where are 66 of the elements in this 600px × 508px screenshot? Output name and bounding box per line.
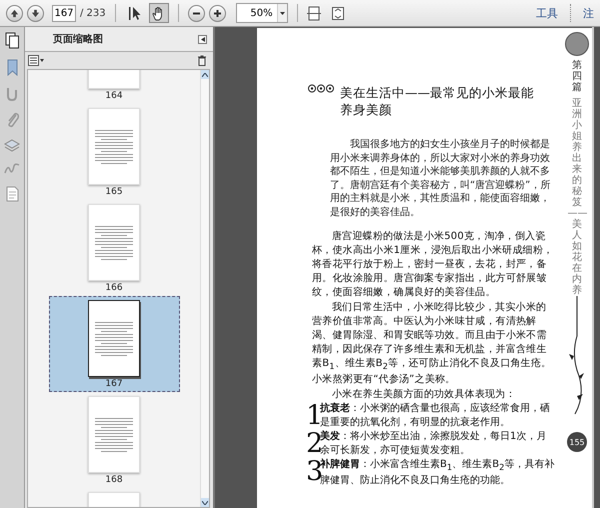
running-header: 亚洲小姐养出来的秘笈——美人如花在内养 <box>568 98 586 296</box>
body-paragraph: 唐宫迎蝶粉的做法是小米500克，淘净，倒入瓷杯，使水高出小米1厘米，浸泡后取出小米研成细粉，将香花平行放于粉上，密封一昼夜，去花，封严，备用。化妆涂脸用。唐宫御案专家指出，此方可舒展皱纹，使面容细嫩，确属良好的美容佳品。 <box>312 230 554 300</box>
down-arrow-icon <box>31 8 40 18</box>
panel-title: 页面缩略图 <box>53 32 103 46</box>
cursor-icon <box>128 6 142 20</box>
signature-icon <box>4 162 20 176</box>
caret-icon <box>202 72 208 76</box>
page-thumbnail[interactable]: 166 <box>48 200 180 296</box>
list-number: 2 <box>306 430 320 458</box>
hand-tool-button[interactable] <box>148 3 169 23</box>
body-paragraph: 小米在养生美颜方面的功效具体表现为： <box>331 388 517 402</box>
body-paragraph: 我们日常生活中，小米吃得比较少，其实小米的营养价值非常高。中医认为小米味甘咸，有清热解渴、健胃除湿、和胃安眠等功效。而且由于小米不需精制，因此保存了许多维生素和无机盐，并富含维生素B$_{1}$、维生素B$_{2}$等，还可防止消化不良及口角生疮。小米熬粥更有“代参汤”之美称。 <box>312 301 552 387</box>
scroll-up-button[interactable] <box>201 70 209 79</box>
list-item-text: 抗衰老：小米粥的硒含量也很高，应该经常食用，硒是重要的抗氧化剂，有明显的抗衰老作用。 <box>320 402 551 430</box>
fit-width-icon <box>306 6 321 20</box>
list-options-icon <box>28 55 45 66</box>
intro-paragraph: 我国很多地方的妇女生小孩坐月子的时候都是用小米来调养身体的，所以大家对小米的养身功效都不陌生，但是知道小米能够美肌养颜的人就不多了。唐朝宫廷有个美容秘方，叫“唐宫迎蝶粉”，所用的主料就是小米，其性质温和，能使面容细嫩，是很好的美容佳品。 <box>330 138 552 219</box>
thumbnail-label: 168 <box>105 475 123 485</box>
bookmark-icon <box>6 59 18 76</box>
part-heading: 第四篇 <box>572 60 582 93</box>
up-arrow-icon <box>10 8 19 18</box>
plus-icon <box>212 8 222 18</box>
page-number-field[interactable]: 167 <box>52 4 76 22</box>
pages-button[interactable] <box>4 32 20 49</box>
list-number: 3 <box>306 458 320 486</box>
list-number: 1 <box>306 402 320 430</box>
delete-button[interactable] <box>197 55 207 66</box>
document-button[interactable] <box>6 186 18 202</box>
dropdown-caret-button[interactable] <box>276 4 287 22</box>
page-number: 155 <box>567 432 587 452</box>
thumbnail-label: 165 <box>105 187 123 197</box>
list-item-text: 补脾健胃：小米富含维生素B$_{1}$、维生素B$_{2}$等，具有补脾健胃、防止消化不良及口角生疮的功能。 <box>320 458 556 488</box>
page-thumbnail[interactable]: 165 <box>48 104 180 200</box>
page-total: / 233 <box>80 8 106 18</box>
trash-icon <box>197 55 207 66</box>
photo-placeholder <box>565 32 589 56</box>
page-thumbnail[interactable]: 164 <box>48 70 180 104</box>
thumbnail-label: 164 <box>105 91 123 101</box>
scrollbar[interactable] <box>200 70 209 507</box>
comment-link[interactable]: 注 <box>583 6 594 20</box>
zoom-field[interactable]: 50% <box>236 3 288 23</box>
zoom-in-button[interactable] <box>208 4 226 22</box>
article-title: 美在生活中——最常见的小米最能养身美颜 <box>340 84 535 118</box>
caret-icon <box>200 36 204 42</box>
bookmarks-button[interactable] <box>6 59 18 76</box>
list-item-text: 美发：将小米炒至出油，涂擦脱发处，每日1次，月余可长新发，亦可使短黄发变粗。 <box>320 430 548 458</box>
thumbnail-label: 166 <box>105 283 123 293</box>
thumbnail-label: 167 <box>105 379 123 389</box>
fit-width-button[interactable] <box>306 6 321 20</box>
scroll-down-button[interactable] <box>201 498 209 507</box>
flower-ornament-icon <box>308 84 334 93</box>
layers-icon <box>4 138 20 152</box>
document-icon <box>6 186 18 202</box>
options-menu-button[interactable] <box>28 55 45 66</box>
pages-icon <box>4 32 20 49</box>
caret-icon <box>280 12 285 14</box>
fit-page-icon <box>330 6 345 20</box>
tools-link[interactable]: 工具 <box>536 6 558 20</box>
next-page-button[interactable] <box>27 4 44 22</box>
previous-page-button[interactable] <box>6 4 23 22</box>
collapse-panel-button[interactable] <box>198 34 207 44</box>
fit-page-button[interactable] <box>330 6 345 20</box>
zoom-out-button[interactable] <box>188 4 205 22</box>
page-thumbnail[interactable]: 168 <box>48 392 180 488</box>
page-thumbnail[interactable]: 167 <box>48 296 180 392</box>
caret-icon <box>202 500 208 504</box>
